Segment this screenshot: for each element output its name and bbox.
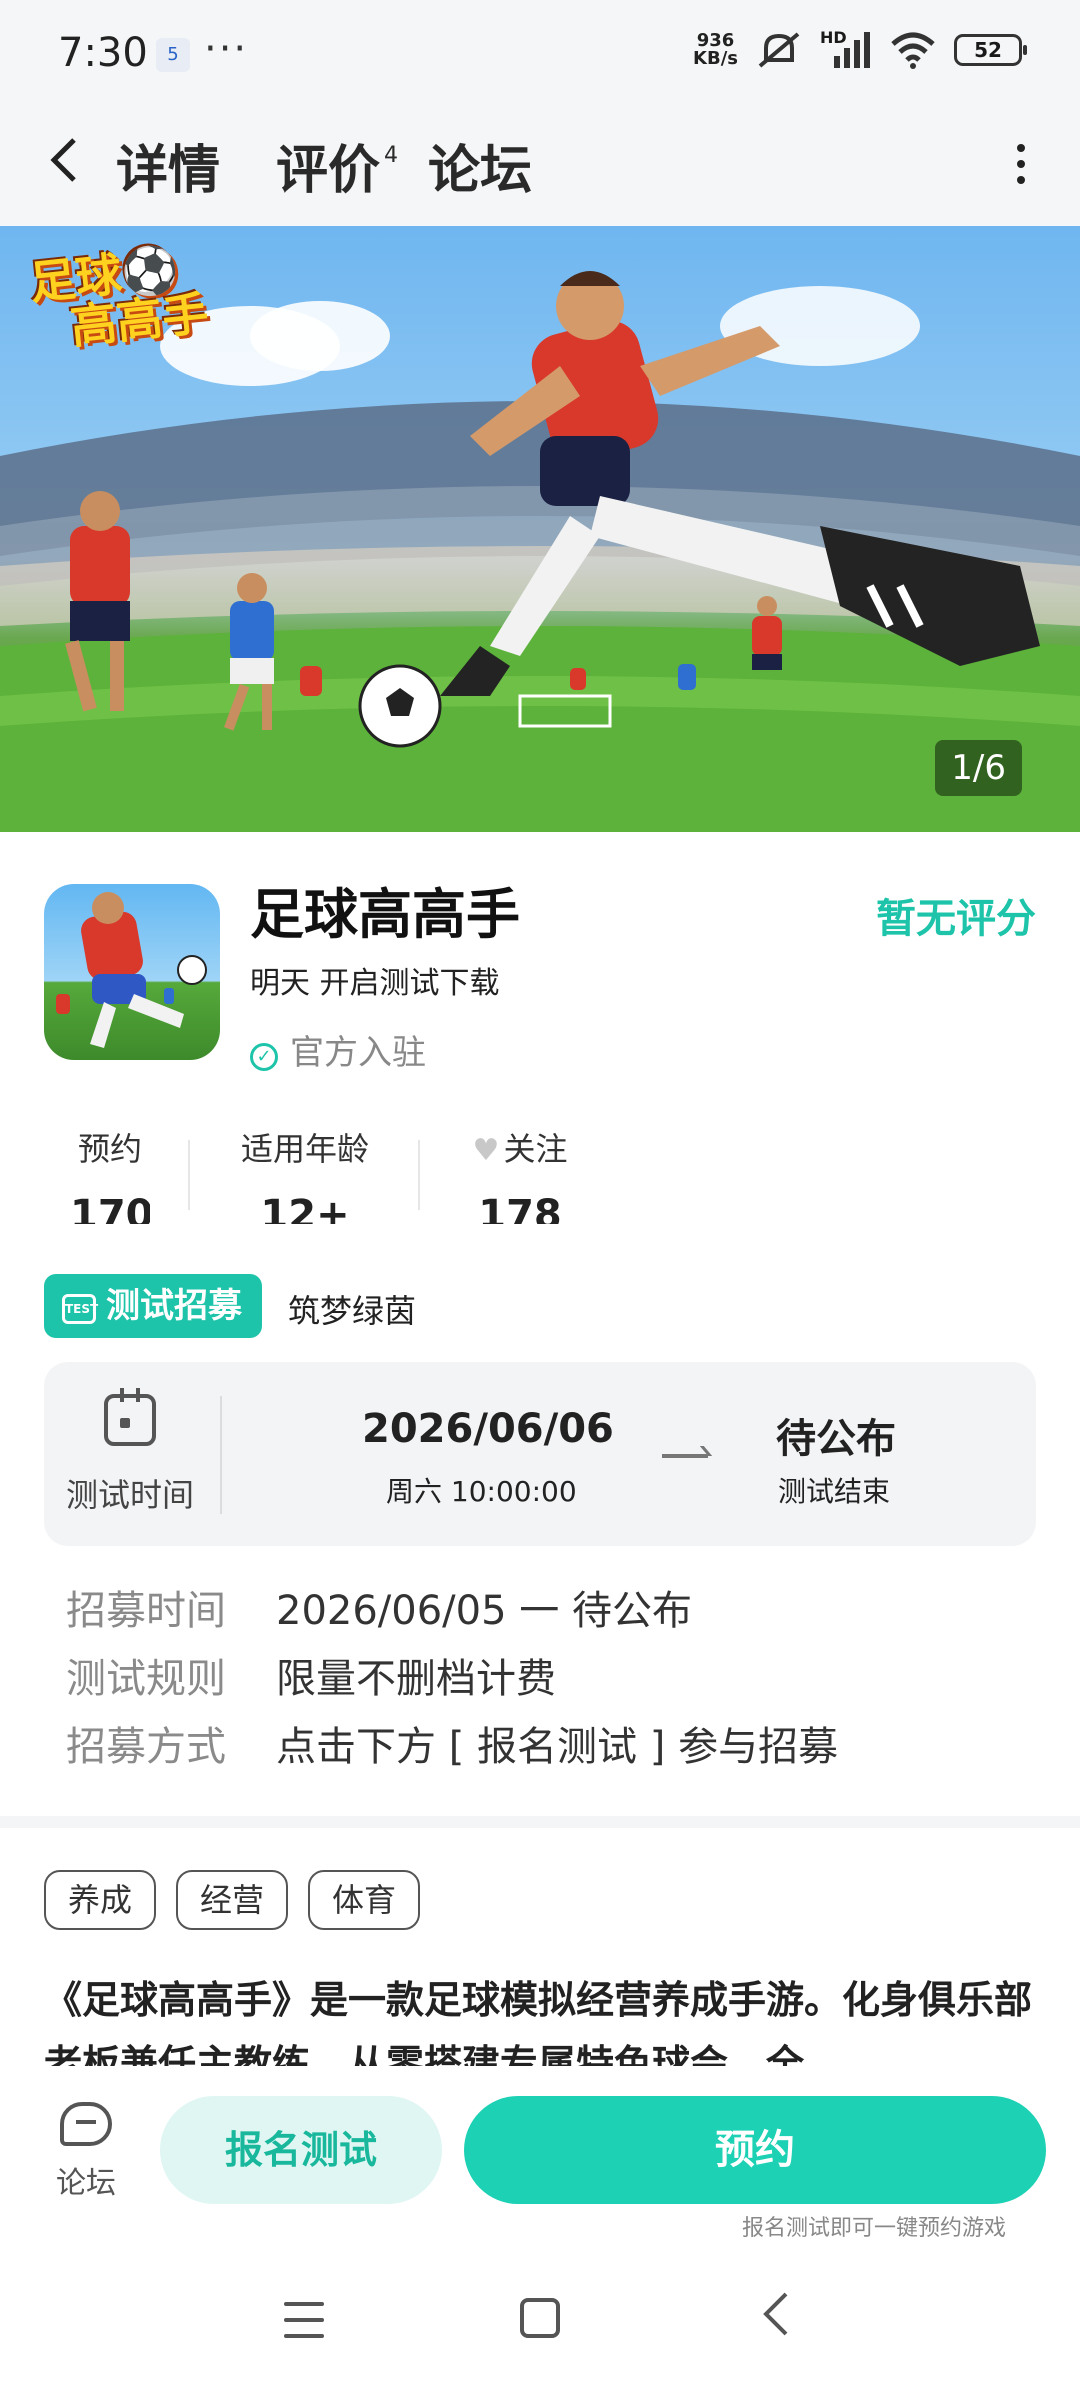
official-badge: ✓ 官方入驻 xyxy=(250,1025,426,1074)
wifi-icon xyxy=(891,32,935,69)
genre-tags: 养成 经营 体育 xyxy=(44,1870,421,1930)
home-icon[interactable] xyxy=(520,2298,560,2338)
system-back-chevron-icon xyxy=(763,2292,788,2336)
test-end-status: 待公布 xyxy=(776,1416,896,1462)
chat-bubble-icon xyxy=(60,2102,112,2146)
tab-detail[interactable]: 详情 xyxy=(116,128,221,203)
signup-test-button[interactable]: 报名测试 xyxy=(160,2096,442,2204)
review-count: 4 xyxy=(384,142,399,168)
test-time-label: 测试时间 xyxy=(65,1476,194,1514)
game-title: 足球高高手 xyxy=(250,883,520,946)
stat-age-rating[interactable]: 适用年龄 12+ xyxy=(230,1124,380,1224)
stat-followers[interactable]: ♥ 关注 178 xyxy=(460,1124,580,1224)
more-notifications-icon: ··· xyxy=(204,26,249,72)
tab-forum[interactable]: 论坛 xyxy=(428,128,532,203)
test-schedule-subtitle: 明天 开启测试下载 xyxy=(250,966,500,1001)
signal-icon: HD xyxy=(820,28,872,70)
reserve-hint: 报名测试即可一键预约游戏 xyxy=(741,2216,1006,2241)
carousel-counter: 1/6 xyxy=(935,740,1022,796)
top-navigation: 详情 评价 4 论坛 xyxy=(0,108,1080,226)
back-button[interactable] xyxy=(44,130,104,200)
more-vertical-icon xyxy=(1006,144,1036,184)
test-time-card: 测试时间 2026/06/06 周六 10:00:00 待公布 测试结束 xyxy=(44,1362,1036,1546)
game-description[interactable]: 《足球高高手》是一款足球模拟经营养成手游。化身俱乐部老板兼任主教练，从零搭建专属… xyxy=(44,1968,1036,2066)
more-button[interactable] xyxy=(1006,136,1036,196)
status-icons: 936 KB/s HD 52 xyxy=(693,28,1027,70)
info-row-test-rule: 测试规则 限量不删档计费 xyxy=(66,1656,556,1702)
game-app-icon xyxy=(44,884,220,1060)
mute-icon xyxy=(758,32,800,68)
stat-divider xyxy=(188,1140,190,1210)
tab-review[interactable]: 评价 4 xyxy=(276,128,398,203)
game-logo: 足球⚽ 高高手 xyxy=(27,240,211,355)
verified-check-icon: ✓ xyxy=(250,1043,278,1071)
card-divider xyxy=(220,1396,222,1514)
back-icon[interactable] xyxy=(756,2286,796,2352)
status-time: 7:30 xyxy=(58,30,148,76)
recents-menu-icon[interactable] xyxy=(284,2302,324,2338)
test-recruit-badge: TEST 测试招募 xyxy=(44,1274,262,1338)
bottom-action-bar: 论坛 报名测试 预约 报名测试即可一键预约游戏 xyxy=(0,2066,1080,2254)
test-start-date: 2026/06/06 xyxy=(362,1406,614,1452)
stat-reservations: 预约 170 xyxy=(70,1130,150,1224)
test-start-time: 周六 10:00:00 xyxy=(386,1475,577,1508)
chevron-left-icon xyxy=(50,138,76,182)
status-bar: 7:30 5 ··· 936 KB/s HD 52 xyxy=(0,0,1080,108)
reserve-button[interactable]: 预约 xyxy=(464,2096,1046,2204)
battery-icon: 52 xyxy=(954,34,1027,66)
stat-divider xyxy=(418,1140,420,1210)
arrow-right-icon xyxy=(662,1454,708,1458)
notification-badge: 5 xyxy=(156,38,190,72)
rating-status[interactable]: 暂无评分 xyxy=(876,886,1036,944)
info-row-recruit-time: 招募时间 2026/06/05 一 待公布 xyxy=(66,1588,692,1634)
recruit-team-name: 筑梦绿茵 xyxy=(288,1292,417,1330)
tag-item[interactable]: 体育 xyxy=(308,1870,421,1930)
forum-button[interactable]: 论坛 xyxy=(36,2102,136,2202)
section-divider xyxy=(0,1816,1080,1828)
calendar-icon xyxy=(104,1388,156,1446)
tag-item[interactable]: 经营 xyxy=(176,1870,289,1930)
network-speed: 936 KB/s xyxy=(693,30,738,69)
tag-item[interactable]: 养成 xyxy=(44,1870,157,1930)
test-end-label: 测试结束 xyxy=(778,1475,891,1508)
system-navigation-bar xyxy=(0,2254,1080,2400)
screenshot-carousel[interactable]: 足球⚽ 高高手 1/6 xyxy=(0,226,1080,832)
info-row-recruit-method: 招募方式 点击下方 [ 报名测试 ] 参与招募 xyxy=(66,1724,839,1770)
test-icon: TEST xyxy=(62,1294,98,1324)
heart-icon: ♥ xyxy=(472,1133,500,1168)
game-icon-artwork xyxy=(56,892,207,1048)
